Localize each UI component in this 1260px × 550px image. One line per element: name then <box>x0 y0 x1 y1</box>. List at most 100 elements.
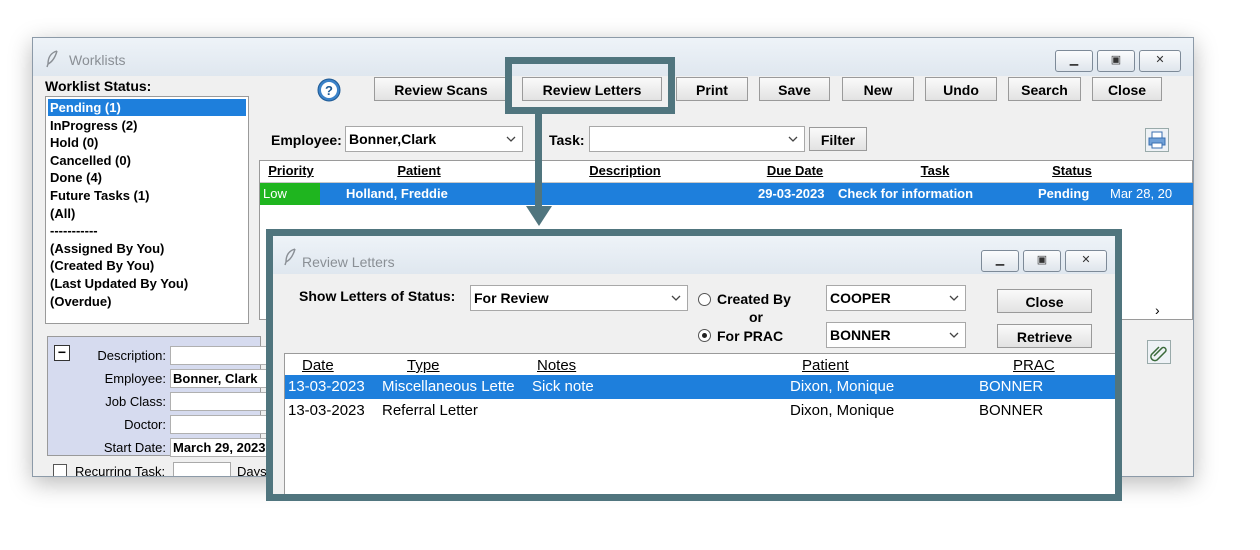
created-by-radio[interactable] <box>698 293 711 306</box>
description-field[interactable] <box>170 346 270 365</box>
chevron-down-icon <box>788 136 798 142</box>
filter-button[interactable]: Filter <box>809 127 867 151</box>
minimize-icon: ▁ <box>995 254 1005 266</box>
status-list-item[interactable]: Cancelled (0) <box>48 152 246 169</box>
patient-cell: Dixon, Monique <box>790 402 895 419</box>
popup-maximize-button[interactable]: ▣ <box>1023 250 1061 272</box>
chevron-down-icon <box>506 136 516 142</box>
close-window-button[interactable]: ✕ <box>1139 50 1181 72</box>
letters-grid[interactable]: Date Type Notes Patient PRAC 13-03-2023 … <box>284 353 1115 494</box>
maximize-button[interactable]: ▣ <box>1097 50 1135 72</box>
search-button[interactable]: Search <box>1008 77 1081 101</box>
notes-cell: Sick note <box>532 378 594 395</box>
status-list-item[interactable]: (Assigned By You) <box>48 240 246 257</box>
review-letters-dialog: Review Letters ▁ ▣ ✕ Show Letters of Sta… <box>266 229 1122 501</box>
save-button[interactable]: Save <box>759 77 830 101</box>
date-cell: 13-03-2023 <box>288 378 365 395</box>
new-button[interactable]: New <box>842 77 914 101</box>
popup-close-button[interactable]: Close <box>997 289 1092 313</box>
column-header-type[interactable]: Type <box>407 357 440 374</box>
status-cell: Pending <box>1038 186 1090 201</box>
task-select[interactable] <box>589 126 805 152</box>
column-header-status[interactable]: Status <box>1036 163 1108 178</box>
close-button[interactable]: Close <box>1092 77 1162 101</box>
status-list-item[interactable]: (All) <box>48 205 246 222</box>
prac-cell: BONNER <box>979 402 1044 419</box>
letter-status-select[interactable]: For Review <box>470 285 688 311</box>
minimize-icon: ▁ <box>1069 54 1079 66</box>
column-header-due-date[interactable]: Due Date <box>756 163 834 178</box>
svg-text:?: ? <box>325 83 333 98</box>
worklist-status-list[interactable]: Pending (1) InProgress (2) Hold (0) Cancell… <box>45 96 249 324</box>
type-cell: Referral Letter <box>382 402 478 419</box>
recurring-checkbox[interactable] <box>53 464 67 476</box>
attach-icon <box>1150 346 1167 362</box>
patient-cell: Holland, Freddie <box>346 186 448 201</box>
status-list-item[interactable]: ----------- <box>48 222 246 239</box>
created-by-select[interactable]: COOPER <box>826 285 966 311</box>
job-class-label: Job Class: <box>105 394 166 409</box>
doctor-label: Doctor: <box>124 417 166 432</box>
review-letters-highlight <box>505 57 675 114</box>
job-class-field[interactable] <box>170 392 270 411</box>
popup-title-bar: Review Letters ▁ ▣ ✕ <box>273 236 1115 274</box>
or-label: or <box>749 309 763 325</box>
review-scans-button[interactable]: Review Scans <box>374 77 508 101</box>
priority-cell: Low <box>260 183 320 205</box>
status-list-item[interactable]: InProgress (2) <box>48 117 246 134</box>
help-button[interactable]: ? <box>317 78 341 102</box>
column-header-description[interactable]: Description <box>494 163 756 178</box>
days-label: Days <box>237 464 267 477</box>
popup-minimize-button[interactable]: ▁ <box>981 250 1019 272</box>
status-list-item[interactable]: Hold (0) <box>48 134 246 151</box>
for-prac-radio[interactable] <box>698 329 711 342</box>
patient-cell: Dixon, Monique <box>790 378 895 395</box>
recurring-days-field[interactable] <box>173 462 231 476</box>
status-list-item[interactable]: (Overdue) <box>48 293 246 310</box>
callout-arrowhead <box>526 206 552 226</box>
employee-value: Bonner,Clark <box>349 131 437 147</box>
status-list-item[interactable]: (Last Updated By You) <box>48 275 246 292</box>
column-header-notes[interactable]: Notes <box>537 357 576 374</box>
recurring-row: Recurring Task: Days <box>47 460 287 477</box>
popup-close-window-button[interactable]: ✕ <box>1065 250 1107 272</box>
maximize-icon: ▣ <box>1110 54 1122 66</box>
table-row[interactable]: Low Holland, Freddie 29-03-2023 Check fo… <box>260 183 1193 205</box>
chevron-down-icon <box>671 295 681 301</box>
print-button[interactable]: Print <box>676 77 748 101</box>
maximize-icon: ▣ <box>1036 254 1048 266</box>
column-header-task[interactable]: Task <box>836 163 1034 178</box>
table-row[interactable]: 13-03-2023 Referral Letter Dixon, Moniqu… <box>285 399 1115 423</box>
feather-icon <box>283 248 297 269</box>
recurring-label: Recurring Task: <box>75 464 166 477</box>
close-icon: ✕ <box>1081 254 1091 266</box>
column-header-priority[interactable]: Priority <box>260 163 322 178</box>
print-list-button[interactable] <box>1145 128 1169 152</box>
status-list-item[interactable]: Done (4) <box>48 169 246 186</box>
column-header-patient[interactable]: Patient <box>802 357 849 374</box>
popup-title: Review Letters <box>302 254 395 270</box>
chevron-right-icon[interactable]: › <box>1155 302 1160 318</box>
status-list-item[interactable]: (Created By You) <box>48 257 246 274</box>
status-list-item[interactable]: Pending (1) <box>48 99 246 116</box>
employee-field[interactable]: Bonner, Clark <box>170 369 270 388</box>
status-list-item[interactable]: Future Tasks (1) <box>48 187 246 204</box>
doctor-field[interactable] <box>170 415 270 434</box>
chevron-down-icon <box>949 295 959 301</box>
minimize-button[interactable]: ▁ <box>1055 50 1093 72</box>
employee-label: Employee: <box>271 132 342 148</box>
table-row[interactable]: 13-03-2023 Miscellaneous Lette Sick note… <box>285 375 1115 399</box>
column-header-prac[interactable]: PRAC <box>1013 357 1055 374</box>
column-header-date[interactable]: Date <box>302 357 334 374</box>
created-by-value: COOPER <box>830 290 891 306</box>
undo-button[interactable]: Undo <box>925 77 997 101</box>
for-prac-select[interactable]: BONNER <box>826 322 966 348</box>
retrieve-button[interactable]: Retrieve <box>997 324 1092 348</box>
date-cell: 13-03-2023 <box>288 402 365 419</box>
employee-select[interactable]: Bonner,Clark <box>345 126 523 152</box>
printer-icon <box>1148 131 1166 149</box>
created-by-label: Created By <box>717 291 791 307</box>
start-date-field[interactable]: March 29, 2023 <box>170 438 270 457</box>
column-header-patient[interactable]: Patient <box>344 163 494 178</box>
attach-button[interactable] <box>1147 340 1171 364</box>
